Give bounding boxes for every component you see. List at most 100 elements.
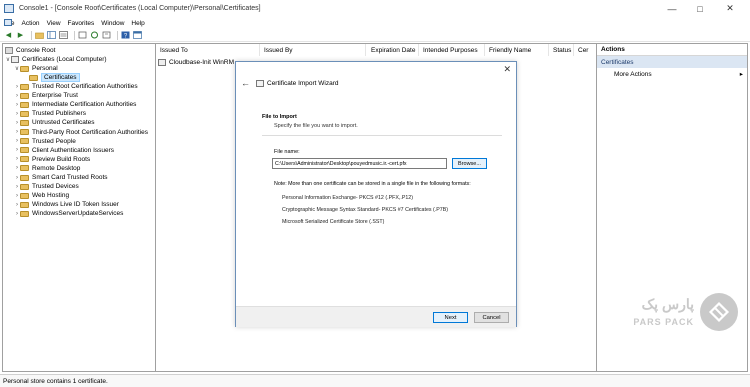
- actions-header: Actions: [597, 44, 747, 56]
- tree-node-label: Smart Card Trusted Roots: [32, 174, 108, 181]
- next-button[interactable]: Next: [433, 312, 468, 323]
- tree-node-store[interactable]: › Windows Live ID Token Issuer: [14, 200, 119, 209]
- folder-icon: [20, 174, 29, 181]
- maximize-icon[interactable]: □: [686, 0, 714, 17]
- folder-icon: [20, 92, 29, 99]
- folder-icon: [20, 201, 29, 208]
- tree-node-store[interactable]: › Web Hosting: [14, 191, 69, 200]
- folder-icon: [5, 47, 13, 54]
- tree-node-label: Trusted Devices: [32, 183, 79, 191]
- minimize-icon[interactable]: —: [658, 0, 686, 17]
- folder-icon: [20, 165, 29, 172]
- tree-node-label: Intermediate Certification Authorities: [32, 101, 137, 109]
- file-name-label: File name:: [274, 149, 300, 155]
- tree-node-store[interactable]: › Intermediate Certification Authorities: [14, 100, 136, 109]
- folder-icon: [20, 210, 29, 217]
- tree-node-store[interactable]: › Preview Build Roots: [14, 155, 90, 164]
- cancel-button[interactable]: Cancel: [474, 312, 509, 323]
- console-tree: Console Root ∨ Certificates (Local Compu…: [2, 43, 156, 372]
- tree-node-certificates[interactable]: Certificates: [29, 73, 80, 82]
- toolbar-separator: [31, 30, 32, 40]
- certificates-snapin-icon: [11, 56, 19, 63]
- list-view-icon[interactable]: [59, 31, 68, 40]
- menu-help[interactable]: Help: [131, 20, 144, 27]
- help-icon[interactable]: ?: [121, 31, 130, 40]
- dialog-subheading: Specify the file you want to import.: [274, 123, 358, 129]
- back-arrow-icon[interactable]: ◀: [4, 31, 13, 40]
- tree-node-personal[interactable]: ∨ Personal: [14, 64, 58, 73]
- brand-logo-icon: [700, 293, 738, 331]
- tree-node-label: Trusted Publishers: [32, 110, 86, 118]
- mmc-app-icon: [4, 4, 14, 13]
- menu-window[interactable]: Window: [101, 20, 124, 27]
- back-arrow-icon[interactable]: ←: [241, 78, 250, 88]
- toolbar-separator: [117, 30, 118, 40]
- column-header-status[interactable]: Status: [549, 44, 574, 56]
- window-title: Console1 - [Console Root\Certificates (L…: [19, 5, 261, 12]
- mdi-window-icon[interactable]: [4, 19, 12, 26]
- column-header-friendly-name[interactable]: Friendly Name: [485, 44, 549, 56]
- folder-icon: [20, 65, 29, 72]
- column-header-certificate-template[interactable]: Cer: [574, 44, 596, 56]
- folder-icon: [20, 147, 29, 154]
- show-hide-tree-icon[interactable]: [47, 31, 56, 40]
- tree-node-local-computer[interactable]: ∨ Certificates (Local Computer): [5, 55, 107, 64]
- column-header-intended-purposes[interactable]: Intended Purposes: [419, 44, 485, 56]
- dialog-footer: Next Cancel: [236, 306, 516, 327]
- refresh-icon[interactable]: [90, 31, 99, 40]
- tree-node-store[interactable]: › Smart Card Trusted Roots: [14, 173, 108, 182]
- tree-node-label: Trusted Root Certification Authorities: [32, 83, 138, 90]
- tree-node-store[interactable]: › WindowsServerUpdateServices: [14, 209, 123, 218]
- close-icon[interactable]: ✕: [716, 0, 744, 17]
- chevron-right-icon: ▸: [739, 71, 743, 78]
- tree-node-store[interactable]: › Untrusted Certificates: [14, 118, 95, 127]
- browse-button[interactable]: Browse...: [452, 158, 487, 169]
- file-name-input[interactable]: C:\Users\Administrator\Desktop\pouyedmus…: [272, 158, 447, 169]
- brand-text-persian: پارس پک: [641, 296, 694, 312]
- more-actions-item[interactable]: More Actions ▸: [597, 68, 747, 80]
- tree-node-store[interactable]: › Third-Party Root Certification Authorit…: [14, 128, 148, 137]
- menu-favorites[interactable]: Favorites: [68, 20, 95, 27]
- column-header-issued-to[interactable]: Issued To: [156, 44, 260, 56]
- tree-node-store[interactable]: › Enterprise Trust: [14, 91, 78, 100]
- tree-node-label: Windows Live ID Token Issuer: [32, 201, 119, 209]
- tree-node-store[interactable]: › Trusted People: [14, 137, 76, 146]
- tree-node-store[interactable]: › Remote Desktop: [14, 164, 80, 173]
- tree-node-label: WindowsServerUpdateServices: [32, 210, 124, 218]
- format-item: Cryptographic Message Syntax Standard- P…: [282, 207, 449, 213]
- menu-action[interactable]: Action: [21, 20, 39, 27]
- folder-icon: [20, 138, 29, 145]
- tree-node-console-root[interactable]: Console Root: [5, 46, 55, 55]
- table-row[interactable]: Cloudbase-Init WinRM: [158, 57, 234, 67]
- status-bar: Personal store contains 1 certificate.: [0, 374, 750, 387]
- folder-icon: [20, 129, 29, 135]
- dialog-heading: File to Import: [262, 114, 297, 120]
- divider: [262, 135, 502, 136]
- forward-arrow-icon[interactable]: ▶: [16, 31, 25, 40]
- tree-node-store[interactable]: › Trusted Publishers: [14, 109, 86, 118]
- toolbar-separator: [74, 30, 75, 40]
- delete-icon[interactable]: [78, 31, 87, 40]
- export-list-icon[interactable]: [102, 31, 111, 40]
- menu-view[interactable]: View: [47, 20, 61, 27]
- console-tree-icon[interactable]: [133, 31, 142, 40]
- folder-icon: [20, 156, 29, 163]
- tree-node-store[interactable]: › Client Authentication Issuers: [14, 146, 114, 155]
- column-header-expiration-date[interactable]: Expiration Date: [366, 44, 419, 56]
- tree-node-label: Trusted People: [32, 137, 76, 145]
- folder-icon: [29, 74, 38, 81]
- title-bar: Console1 - [Console Root\Certificates (L…: [0, 0, 750, 17]
- tree-node-store[interactable]: › Trusted Devices: [14, 182, 79, 191]
- column-header-issued-by[interactable]: Issued By: [260, 44, 366, 56]
- folder-icon: [20, 110, 29, 117]
- certificate-icon: [158, 58, 166, 66]
- dialog-title: Certificate Import Wizard: [267, 80, 339, 87]
- up-folder-icon[interactable]: [35, 31, 44, 40]
- format-item: Microsoft Serialized Certificate Store (…: [282, 219, 385, 225]
- close-icon[interactable]: ✕: [503, 64, 511, 75]
- tree-node-label: Preview Build Roots: [32, 155, 91, 163]
- tree-node-store[interactable]: › Trusted Root Certification Authorities: [14, 82, 138, 91]
- actions-section-certificates[interactable]: Certificates: [597, 56, 747, 68]
- issued-to-cell: Cloudbase-Init WinRM: [169, 58, 235, 66]
- tree-node-label: Web Hosting: [32, 192, 70, 200]
